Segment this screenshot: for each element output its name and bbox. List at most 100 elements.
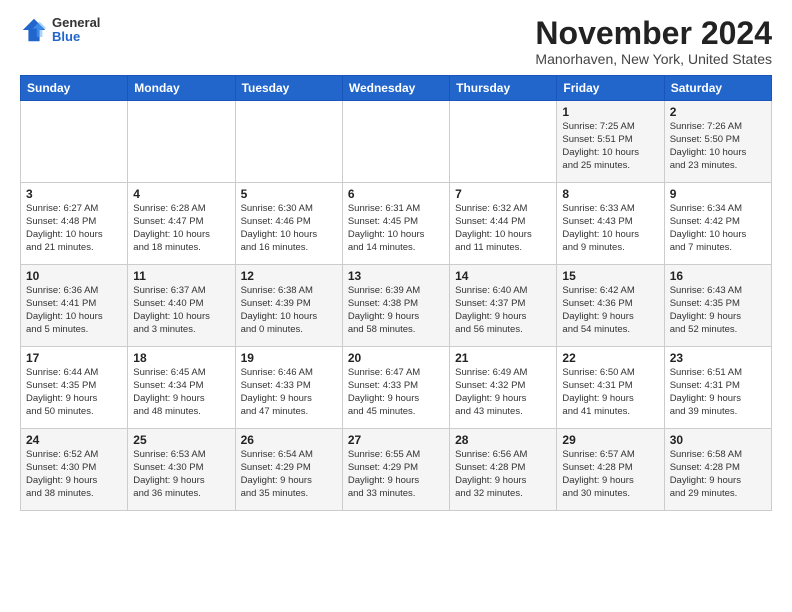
day-info: Sunrise: 6:54 AM Sunset: 4:29 PM Dayligh… (241, 449, 337, 500)
day-number: 27 (348, 433, 444, 447)
day-number: 12 (241, 269, 337, 283)
calendar-cell: 9 Sunrise: 6:34 AM Sunset: 4:42 PM Daylig… (664, 183, 771, 265)
calendar-cell: 27 Sunrise: 6:55 AM Sunset: 4:29 PM Dayli… (342, 429, 449, 511)
day-info: Sunrise: 6:46 AM Sunset: 4:33 PM Dayligh… (241, 367, 337, 418)
day-info: Sunrise: 6:39 AM Sunset: 4:38 PM Dayligh… (348, 285, 444, 336)
calendar-table: SundayMondayTuesdayWednesdayThursdayFrid… (20, 75, 772, 511)
calendar-cell: 18Sunrise: 6:45 AM Sunset: 4:34 PM Dayli… (128, 347, 235, 429)
day-info: Sunrise: 6:57 AM Sunset: 4:28 PM Dayligh… (562, 449, 658, 500)
calendar-cell: 25Sunrise: 6:53 AM Sunset: 4:30 PM Dayli… (128, 429, 235, 511)
day-number: 21 (455, 351, 551, 365)
logo-blue-text: Blue (52, 30, 100, 44)
day-number: 22 (562, 351, 658, 365)
day-number: 8 (562, 187, 658, 201)
calendar-cell: 15Sunrise: 6:42 AM Sunset: 4:36 PM Dayli… (557, 265, 664, 347)
day-info: Sunrise: 6:45 AM Sunset: 4:34 PM Dayligh… (133, 367, 229, 418)
calendar-cell: 29 Sunrise: 6:57 AM Sunset: 4:28 PM Dayli… (557, 429, 664, 511)
day-info: Sunrise: 6:56 AM Sunset: 4:28 PM Dayligh… (455, 449, 551, 500)
day-number: 24 (26, 433, 122, 447)
calendar-header-row: SundayMondayTuesdayWednesdayThursdayFrid… (21, 76, 772, 101)
day-number: 9 (670, 187, 766, 201)
day-number: 13 (348, 269, 444, 283)
day-number: 11 (133, 269, 229, 283)
col-header-saturday: Saturday (664, 76, 771, 101)
day-info: Sunrise: 6:44 AM Sunset: 4:35 PM Dayligh… (26, 367, 122, 418)
day-number: 10 (26, 269, 122, 283)
calendar-cell (450, 101, 557, 183)
day-number: 1 (562, 105, 658, 119)
calendar-cell: 14 Sunrise: 6:40 AM Sunset: 4:37 PM Dayli… (450, 265, 557, 347)
day-number: 5 (241, 187, 337, 201)
day-number: 29 (562, 433, 658, 447)
logo-general-text: General (52, 16, 100, 30)
calendar-cell (128, 101, 235, 183)
calendar-cell: 30 Sunrise: 6:58 AM Sunset: 4:28 PM Dayli… (664, 429, 771, 511)
col-header-tuesday: Tuesday (235, 76, 342, 101)
day-info: Sunrise: 6:58 AM Sunset: 4:28 PM Dayligh… (670, 449, 766, 500)
day-info: Sunrise: 6:27 AM Sunset: 4:48 PM Dayligh… (26, 203, 122, 254)
day-info: Sunrise: 6:34 AM Sunset: 4:42 PM Dayligh… (670, 203, 766, 254)
calendar-cell: 22 Sunrise: 6:50 AM Sunset: 4:31 PM Dayli… (557, 347, 664, 429)
calendar-cell: 3 Sunrise: 6:27 AM Sunset: 4:48 PM Daylig… (21, 183, 128, 265)
calendar-cell (235, 101, 342, 183)
calendar-cell: 21 Sunrise: 6:49 AM Sunset: 4:32 PM Dayli… (450, 347, 557, 429)
calendar-cell: 11 Sunrise: 6:37 AM Sunset: 4:40 PM Dayli… (128, 265, 235, 347)
month-title: November 2024 (535, 16, 772, 51)
day-number: 2 (670, 105, 766, 119)
day-info: Sunrise: 6:36 AM Sunset: 4:41 PM Dayligh… (26, 285, 122, 336)
day-number: 19 (241, 351, 337, 365)
col-header-sunday: Sunday (21, 76, 128, 101)
calendar-cell: 24 Sunrise: 6:52 AM Sunset: 4:30 PM Dayli… (21, 429, 128, 511)
day-number: 28 (455, 433, 551, 447)
calendar-cell: 6Sunrise: 6:31 AM Sunset: 4:45 PM Daylig… (342, 183, 449, 265)
day-info: Sunrise: 6:38 AM Sunset: 4:39 PM Dayligh… (241, 285, 337, 336)
day-info: Sunrise: 7:25 AM Sunset: 5:51 PM Dayligh… (562, 121, 658, 172)
header: General Blue November 2024 Manorhaven, N… (20, 16, 772, 67)
calendar-cell: 2 Sunrise: 7:26 AM Sunset: 5:50 PM Daylig… (664, 101, 771, 183)
calendar-cell: 4 Sunrise: 6:28 AM Sunset: 4:47 PM Daylig… (128, 183, 235, 265)
calendar-week-2: 3 Sunrise: 6:27 AM Sunset: 4:48 PM Daylig… (21, 183, 772, 265)
calendar-cell: 16 Sunrise: 6:43 AM Sunset: 4:35 PM Dayli… (664, 265, 771, 347)
calendar-cell: 19 Sunrise: 6:46 AM Sunset: 4:33 PM Dayli… (235, 347, 342, 429)
day-info: Sunrise: 6:51 AM Sunset: 4:31 PM Dayligh… (670, 367, 766, 418)
location: Manorhaven, New York, United States (535, 51, 772, 67)
day-info: Sunrise: 7:26 AM Sunset: 5:50 PM Dayligh… (670, 121, 766, 172)
day-number: 7 (455, 187, 551, 201)
calendar-cell: 23Sunrise: 6:51 AM Sunset: 4:31 PM Dayli… (664, 347, 771, 429)
day-info: Sunrise: 6:28 AM Sunset: 4:47 PM Dayligh… (133, 203, 229, 254)
calendar-cell (342, 101, 449, 183)
day-info: Sunrise: 6:52 AM Sunset: 4:30 PM Dayligh… (26, 449, 122, 500)
day-number: 30 (670, 433, 766, 447)
day-info: Sunrise: 6:50 AM Sunset: 4:31 PM Dayligh… (562, 367, 658, 418)
day-number: 20 (348, 351, 444, 365)
day-number: 26 (241, 433, 337, 447)
day-info: Sunrise: 6:43 AM Sunset: 4:35 PM Dayligh… (670, 285, 766, 336)
logo: General Blue (20, 16, 100, 45)
day-info: Sunrise: 6:31 AM Sunset: 4:45 PM Dayligh… (348, 203, 444, 254)
calendar-cell: 10 Sunrise: 6:36 AM Sunset: 4:41 PM Dayli… (21, 265, 128, 347)
logo-icon (20, 16, 48, 44)
day-number: 4 (133, 187, 229, 201)
calendar-cell: 28 Sunrise: 6:56 AM Sunset: 4:28 PM Dayli… (450, 429, 557, 511)
day-info: Sunrise: 6:40 AM Sunset: 4:37 PM Dayligh… (455, 285, 551, 336)
col-header-friday: Friday (557, 76, 664, 101)
col-header-thursday: Thursday (450, 76, 557, 101)
calendar-cell: 12 Sunrise: 6:38 AM Sunset: 4:39 PM Dayli… (235, 265, 342, 347)
day-info: Sunrise: 6:49 AM Sunset: 4:32 PM Dayligh… (455, 367, 551, 418)
logo-text: General Blue (52, 16, 100, 45)
calendar-cell (21, 101, 128, 183)
day-number: 16 (670, 269, 766, 283)
day-info: Sunrise: 6:55 AM Sunset: 4:29 PM Dayligh… (348, 449, 444, 500)
calendar-cell: 1 Sunrise: 7:25 AM Sunset: 5:51 PM Daylig… (557, 101, 664, 183)
page: General Blue November 2024 Manorhaven, N… (0, 0, 792, 521)
day-number: 25 (133, 433, 229, 447)
calendar-cell: 8Sunrise: 6:33 AM Sunset: 4:43 PM Daylig… (557, 183, 664, 265)
calendar-cell: 20Sunrise: 6:47 AM Sunset: 4:33 PM Dayli… (342, 347, 449, 429)
calendar-cell: 17 Sunrise: 6:44 AM Sunset: 4:35 PM Dayli… (21, 347, 128, 429)
day-number: 3 (26, 187, 122, 201)
day-number: 14 (455, 269, 551, 283)
day-info: Sunrise: 6:37 AM Sunset: 4:40 PM Dayligh… (133, 285, 229, 336)
calendar-week-3: 10 Sunrise: 6:36 AM Sunset: 4:41 PM Dayli… (21, 265, 772, 347)
calendar-week-5: 24 Sunrise: 6:52 AM Sunset: 4:30 PM Dayli… (21, 429, 772, 511)
day-number: 17 (26, 351, 122, 365)
